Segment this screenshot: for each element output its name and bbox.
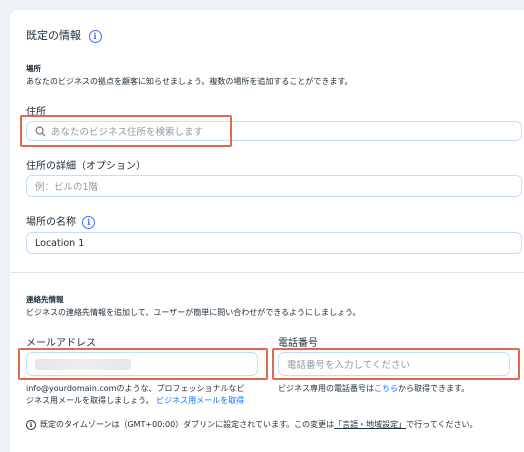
email-label: メールアドレス <box>26 338 96 349</box>
address-details-placeholder: 例：ビルの1階 <box>35 182 99 193</box>
phone-help-text: ビジネス専用の電話番号はこちらから取得できます。 <box>278 383 518 395</box>
section-title-text: 既定の情報 <box>26 29 81 42</box>
email-help-text: info@yourdomain.comのような、プロフェッショナルなビ ジネス用… <box>26 383 274 407</box>
timezone-notice: i 既定のタイムゾーンは（GMT+00:00）ダブリンに設定されています。この変更… <box>26 419 522 431</box>
location-description: あなたのビジネスの拠点を顧客に知らせましょう。複数の場所を追加することができます… <box>26 77 353 86</box>
location-heading: 場所 <box>26 64 41 73</box>
address-details-input[interactable]: 例：ビルの1階 <box>26 175 522 197</box>
address-details-label: 住所の詳細（オプション） <box>26 161 146 172</box>
section-title: 既定の情報 i <box>26 27 102 43</box>
email-help-line2: ジネス用メールを取得しましょう。 <box>26 396 154 405</box>
language-region-settings-link[interactable]: 「言語・地域設定」 <box>334 420 406 429</box>
email-help-line1: info@yourdomain.comのような、プロフェッショナルなビ <box>26 384 245 393</box>
location-name-label: 場所の名称 i <box>26 213 96 229</box>
settings-card: 既定の情報 i 場所 あなたのビジネスの拠点を顧客に知らせましょう。複数の場所を… <box>10 10 524 452</box>
contact-description: ビジネスの連絡先情報を追加して、ユーザーが簡単に問い合わせができるようにしましょ… <box>26 308 361 317</box>
location-name-input[interactable]: Location 1 <box>26 232 522 254</box>
phone-help-suffix: から取得できます。 <box>398 384 470 393</box>
contact-heading: 連絡先情報 <box>26 295 64 304</box>
phone-help-prefix: ビジネス専用の電話番号は <box>278 384 374 393</box>
get-business-email-link[interactable]: ビジネス用メールを取得 <box>156 396 244 405</box>
timezone-suffix: で行ってください。 <box>406 420 478 429</box>
phone-highlight-box <box>272 348 520 380</box>
address-highlight-box <box>20 115 232 147</box>
timezone-text: 既定のタイムゾーンは（GMT+00:00）ダブリンに設定されています。この変更は <box>40 420 335 429</box>
section-divider <box>10 272 524 273</box>
info-icon[interactable]: i <box>82 215 96 229</box>
get-phone-number-link[interactable]: こちら <box>374 384 398 393</box>
info-icon: i <box>26 419 36 430</box>
location-name-value: Location 1 <box>35 237 85 249</box>
location-name-label-text: 場所の名称 <box>26 217 76 228</box>
email-highlight-box <box>18 348 268 380</box>
info-icon[interactable]: i <box>88 29 102 43</box>
phone-label: 電話番号 <box>278 338 318 349</box>
